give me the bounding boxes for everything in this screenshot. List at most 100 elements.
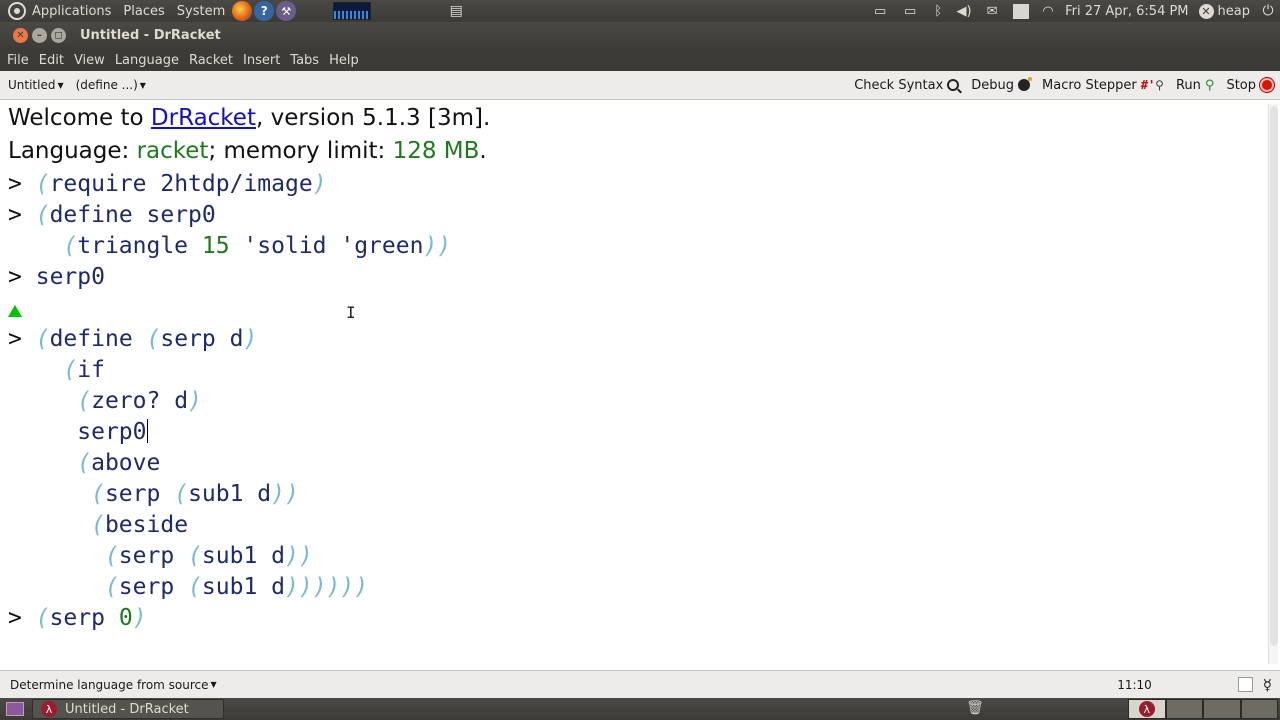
code-text: serp [104, 481, 175, 507]
mail-icon[interactable]: ✉ [977, 4, 1007, 19]
workspace-1[interactable]: λ [1128, 699, 1166, 719]
toolbar: Untitled ▼ (define ...) ▼ Check Syntax D… [0, 71, 1280, 100]
bluetooth-icon[interactable]: ᛒ [925, 4, 951, 19]
status-bar: Determine language from source ▼ 11:10 ☿ [0, 670, 1280, 698]
workspace-switcher[interactable]: λ [1128, 699, 1278, 719]
power-icon[interactable]: ⏻ [1256, 3, 1280, 19]
code-text: triangle [77, 233, 202, 259]
debug-label: Debug [971, 77, 1015, 93]
text-cursor-icon: I [346, 303, 356, 322]
magnifier-icon [947, 79, 960, 91]
code-text: above [91, 450, 161, 476]
minimize-window-button[interactable]: – [32, 28, 47, 43]
insertion-caret [146, 419, 148, 443]
menu-view[interactable]: View [69, 53, 110, 68]
tools-icon[interactable]: ⚒ [276, 1, 297, 21]
memory-limit-value: 128 MB [392, 138, 480, 164]
code-text: define [49, 326, 147, 352]
repl-line-zero: (zero? d) [77, 388, 202, 414]
debug-button[interactable]: Debug [965, 77, 1036, 93]
code-text: 'solid 'green [229, 233, 424, 259]
repl-line-triangle: (triangle 15 'solid 'green)) [63, 233, 452, 259]
running-status-icon: ☿ [1262, 675, 1272, 694]
workspace-2[interactable] [1165, 699, 1203, 719]
code-number: 0 [118, 605, 133, 631]
window-title-bar[interactable]: ✕ – ◻ Untitled - DrRacket [0, 22, 1280, 49]
code-text: serp0 [35, 264, 105, 290]
code-number: 15 [201, 233, 230, 259]
firefox-icon[interactable] [232, 1, 253, 21]
vertical-scrollbar[interactable] [1268, 104, 1278, 664]
session-icon: ✕ [1198, 3, 1214, 19]
code-text: require 2htdp/image [49, 171, 313, 197]
macro-stepper-label: Macro Stepper [1042, 77, 1137, 93]
menu-edit[interactable]: Edit [34, 53, 69, 68]
repl-prompt: > [8, 171, 22, 197]
code-text: serp0 [77, 419, 147, 445]
define-menu-dropdown[interactable]: (define ...) ▼ [68, 78, 150, 92]
menu-racket[interactable]: Racket [184, 53, 238, 68]
language-prefix: Language: [8, 138, 137, 164]
chevron-down-icon: ▼ [139, 80, 146, 90]
user-menu[interactable]: ✕ heap [1197, 3, 1256, 19]
volume-icon[interactable]: ◀) [951, 4, 977, 19]
keyboard-indicator-icon[interactable] [1013, 3, 1030, 19]
file-name-dropdown[interactable]: Untitled ▼ [0, 78, 68, 92]
taskbar-item-label: Untitled - DrRacket [65, 701, 189, 717]
interactions-window[interactable]: Welcome to DrRacket, version 5.1.3 [3m].… [0, 100, 1280, 670]
help-icon[interactable]: ? [254, 1, 275, 21]
close-window-button[interactable]: ✕ [13, 28, 28, 43]
menu-language[interactable]: Language [110, 53, 184, 68]
show-desktop-icon[interactable] [6, 702, 24, 716]
panel-menu-applications[interactable]: Applications [26, 4, 117, 19]
drracket-lambda-icon: λ [1138, 701, 1155, 717]
language-selector-label: Determine language from source [10, 677, 209, 692]
battery-icon[interactable]: ▭ [895, 4, 925, 19]
chevron-down-icon: ▼ [57, 80, 64, 90]
triangle-image-output [8, 305, 22, 317]
trash-icon[interactable]: 🗑 [966, 700, 984, 718]
memory-limit-prefix: ; memory limit: [208, 138, 393, 164]
cursor-position: 11:10 [1117, 677, 1152, 692]
workspace-3[interactable] [1203, 699, 1241, 719]
file-name-label: Untitled [8, 78, 56, 92]
stop-label: Stop [1226, 77, 1256, 93]
check-syntax-button[interactable]: Check Syntax [848, 78, 965, 93]
language-selector[interactable]: Determine language from source ▼ [0, 678, 217, 692]
drracket-link[interactable]: DrRacket [151, 105, 256, 131]
clock[interactable]: Fri 27 Apr, 6:54 PM [1061, 4, 1196, 19]
taskbar-item-drracket[interactable]: λ Untitled - DrRacket [32, 699, 224, 719]
repl-line-require: > (require 2htdp/image) [8, 171, 327, 197]
code-text: sub1 d [201, 543, 285, 569]
window-title: Untitled - DrRacket [80, 28, 221, 43]
code-text: sub1 d [188, 481, 272, 507]
ubuntu-logo-icon[interactable] [8, 2, 26, 20]
welcome-line: Welcome to DrRacket, version 5.1.3 [3m]. [8, 103, 490, 134]
repl-line-serp-sub1-a: (serp (sub1 d)) [91, 481, 299, 507]
repl-line-above: (above [77, 450, 161, 476]
repl-prompt: > [8, 326, 22, 352]
stop-button[interactable]: Stop [1220, 78, 1280, 93]
menu-file[interactable]: File [2, 53, 34, 68]
menu-insert[interactable]: Insert [238, 53, 285, 68]
panel-menu-places[interactable]: Places [117, 4, 170, 19]
menu-help[interactable]: Help [324, 53, 364, 68]
indicator-applet-icon[interactable]: ▤ [445, 2, 467, 20]
repl-line-if: (if [63, 357, 105, 383]
macro-stepper-button[interactable]: Macro Stepper #'⚲ [1036, 78, 1170, 93]
code-text: serp [49, 605, 119, 631]
user-name: heap [1217, 3, 1250, 19]
display-icon[interactable]: ▭ [865, 4, 895, 19]
wifi-icon[interactable]: ◠ [1035, 4, 1061, 19]
system-monitor-graph[interactable] [333, 2, 372, 20]
maximize-window-button[interactable]: ◻ [51, 28, 66, 43]
panel-menu-system[interactable]: System [171, 4, 231, 19]
menu-bar: File Edit View Language Racket Insert Ta… [0, 49, 1280, 71]
run-button[interactable]: Run ⚲ [1170, 78, 1220, 93]
menu-tabs[interactable]: Tabs [285, 53, 324, 68]
workspace-4[interactable] [1240, 699, 1278, 719]
code-text: sub1 d [201, 574, 285, 600]
run-label: Run [1175, 77, 1201, 93]
scrollbar-thumb[interactable] [1270, 106, 1278, 646]
welcome-suffix: , version 5.1.3 [3m]. [255, 105, 491, 131]
